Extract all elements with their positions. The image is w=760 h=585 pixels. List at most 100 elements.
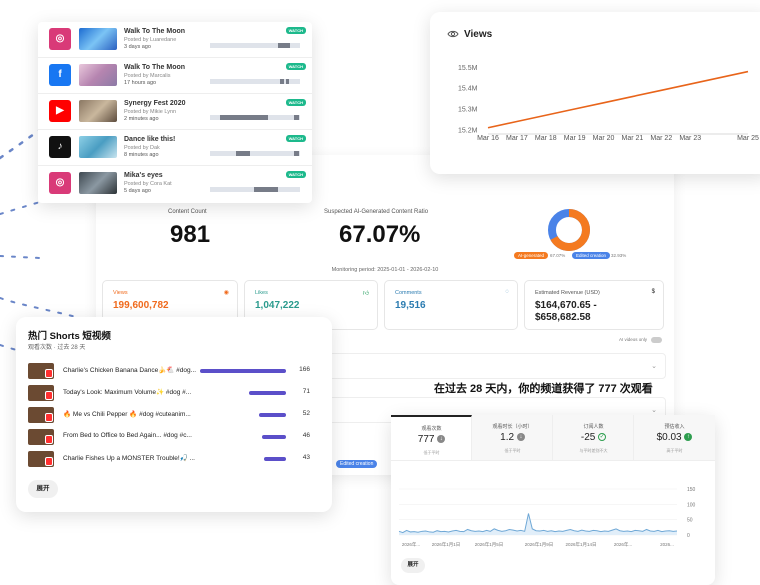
expand-button[interactable]: 展开 (28, 480, 58, 498)
ai-ratio-donut (548, 209, 590, 251)
timeline-track (210, 79, 300, 84)
chevron-down-icon[interactable]: ⌄ (651, 406, 657, 414)
tab-subscribers[interactable]: 订阅人数 -25 ✓ 与平时差别不大 (553, 415, 634, 461)
views-series-line (487, 70, 749, 129)
list-item[interactable]: ♪ Dance like this! Posted by Dak 8 minut… (38, 130, 312, 166)
tab-watch-time[interactable]: 观看时长（小时） 1.2 ↓ 低于平时 (472, 415, 553, 461)
tab-revenue[interactable]: 预估收入 $0.03 ↑ 高于平时 (634, 415, 715, 461)
toggle-switch[interactable] (651, 337, 662, 343)
video-thumbnail[interactable] (79, 64, 117, 86)
watch-badge[interactable]: WATCH (285, 63, 306, 70)
legend-edited-creation: Edited creation (572, 252, 611, 259)
views-bar (263, 457, 286, 461)
views-bar (259, 413, 286, 417)
toggle-label: AI videos only (618, 337, 647, 343)
list-item[interactable]: f Walk To The Moon Posted by Marcalis 17… (38, 58, 312, 94)
y-tick-label: 15.5M (458, 65, 478, 72)
post-author: Posted by Marcalis (124, 73, 171, 79)
post-author: Posted by Luaredane (124, 37, 177, 43)
metric-label: Views (113, 290, 128, 296)
post-title: Mika's eyes (124, 172, 163, 179)
x-tick-label: Mar 18 (535, 135, 557, 142)
instagram-icon: ◎ (49, 172, 71, 194)
y-tick-label: 150 (687, 487, 696, 493)
watch-badge[interactable]: WATCH (285, 135, 306, 142)
x-tick-label: Mar 16 (477, 135, 499, 142)
post-title: Dance like this! (124, 136, 176, 143)
y-tick-label: 100 (687, 502, 696, 508)
edited-creation-tag: Edited creation (336, 460, 378, 468)
x-tick-label: Mar 20 (593, 135, 615, 142)
check-circle-icon: ✓ (598, 433, 607, 442)
watch-badge[interactable]: WATCH (285, 27, 306, 34)
video-thumbnail[interactable] (79, 28, 117, 50)
shorts-list-item[interactable]: Today's Look: Maximum Volume✨ #dog #... 7… (28, 384, 320, 402)
youtube-icon: ▶ (49, 100, 71, 122)
y-tick-label: 15.2M (458, 127, 478, 134)
post-time: 3 days ago (124, 44, 151, 50)
legend-edited-pct: 32.93% (611, 253, 627, 258)
short-title: 🔥 Me vs Chili Pepper 🔥 #dog #cuteanim... (63, 411, 191, 418)
tab-note: 与平时差别不大 (579, 448, 608, 453)
metric-card-comments[interactable]: Comments 19,516 ◌ (384, 280, 518, 330)
channel-analytics-card: 观看次数 777 ↓ 低于平时 观看时长（小时） 1.2 ↓ 低于平时 订阅人数… (391, 415, 715, 585)
comment-icon: ◌ (505, 289, 509, 295)
tab-note: 低于平时 (423, 450, 440, 455)
post-time: 17 hours ago (124, 80, 157, 86)
metric-label: Comments (395, 290, 422, 296)
down-arrow-icon: ↓ (437, 435, 446, 444)
legend-ai-pct: 67.07% (550, 253, 566, 258)
shorts-list-item[interactable]: Charlie Fishes Up a MONSTER Trouble!🎣 ..… (28, 450, 320, 468)
tab-label: 观看次数 (421, 426, 442, 432)
timeline-track (210, 43, 300, 48)
tab-label: 预估收入 (664, 424, 685, 430)
metric-value: 19,516 (395, 300, 426, 311)
tab-views[interactable]: 观看次数 777 ↓ 低于平时 (391, 415, 472, 461)
ai-videos-only-toggle[interactable]: AI videos only (619, 337, 662, 343)
short-title: Charlie Fishes Up a MONSTER Trouble!🎣 ..… (63, 455, 195, 462)
metric-label: Likes (255, 290, 268, 296)
post-author: Posted by Cora Kat (124, 181, 172, 187)
x-tick-label: Mar 21 (622, 135, 644, 142)
chevron-down-icon[interactable]: ⌄ (651, 362, 657, 370)
short-title: Today's Look: Maximum Volume✨ #dog #... (63, 389, 192, 396)
x-tick-label: Mar 19 (564, 135, 586, 142)
analytics-line-chart: 150 100 50 0 2026年... 2026年1月1日 2026年1月5日 2026年… (398, 487, 696, 548)
x-tick-label: 2026年... (402, 541, 420, 548)
post-time: 2 minutes ago (124, 116, 159, 122)
list-item[interactable]: ◎ Mika's eyes Posted by Cora Kat 5 days … (38, 166, 312, 202)
views-chart-card: Views 15.5M 15.4M 15.3M 15.2M Mar 16 Mar 17 Ma… (430, 12, 760, 174)
video-thumbnail[interactable] (79, 172, 117, 194)
tab-value: $0.03 ↑ (634, 432, 715, 443)
legend-ai-generated: AI-generated (514, 252, 549, 259)
expand-button[interactable]: 展开 (401, 558, 425, 573)
views-bar (249, 391, 286, 395)
shorts-icon (45, 435, 53, 444)
post-time: 5 days ago (124, 188, 151, 194)
x-tick-label: 2026年... (614, 541, 632, 548)
social-posts-list: ◎ Walk To The Moon Posted by Luaredane 3… (38, 22, 312, 203)
y-tick-label: 15.4M (458, 86, 478, 93)
post-title: Walk To The Moon (124, 64, 186, 71)
video-thumbnail[interactable] (79, 136, 117, 158)
dollar-icon: $ (651, 289, 655, 295)
list-item[interactable]: ▶ Synergy Fest 2020 Posted by Mikie Lynn… (38, 94, 312, 130)
watch-badge[interactable]: WATCH (285, 99, 306, 106)
video-thumbnail[interactable] (79, 100, 117, 122)
tab-label: 观看时长（小时） (492, 424, 533, 430)
shorts-list-item[interactable]: From Bed to Office to Bed Again... #dog … (28, 428, 320, 446)
metric-value: $164,670.65 - $658,682.58 (535, 300, 597, 323)
watch-badge[interactable]: WATCH (285, 171, 306, 178)
views-bar (262, 435, 286, 439)
views-series-line (398, 513, 678, 534)
x-tick-label: 2026年1月9日 (525, 541, 554, 548)
views-summary-caption: 在过去 28 天内，你的频道获得了 777 次观看 (434, 383, 653, 395)
list-item[interactable]: ◎ Walk To The Moon Posted by Luaredane 3… (38, 22, 312, 58)
shorts-icon (45, 413, 53, 422)
tab-note: 高于平时 (666, 448, 683, 453)
tab-label: 订阅人数 (583, 424, 604, 430)
views-line-chart: 15.5M 15.4M 15.3M 15.2MMar 16 Mar 17 Mar 18 Ma… (458, 65, 759, 142)
metric-card-revenue[interactable]: Estimated Revenue (USD) $164,670.65 - $6… (524, 280, 664, 330)
shorts-list-item[interactable]: Charlie's Chicken Banana Dance🍌🐔 #dog...… (28, 362, 320, 380)
shorts-list-item[interactable]: 🔥 Me vs Chili Pepper 🔥 #dog #cuteanim...… (28, 406, 320, 424)
